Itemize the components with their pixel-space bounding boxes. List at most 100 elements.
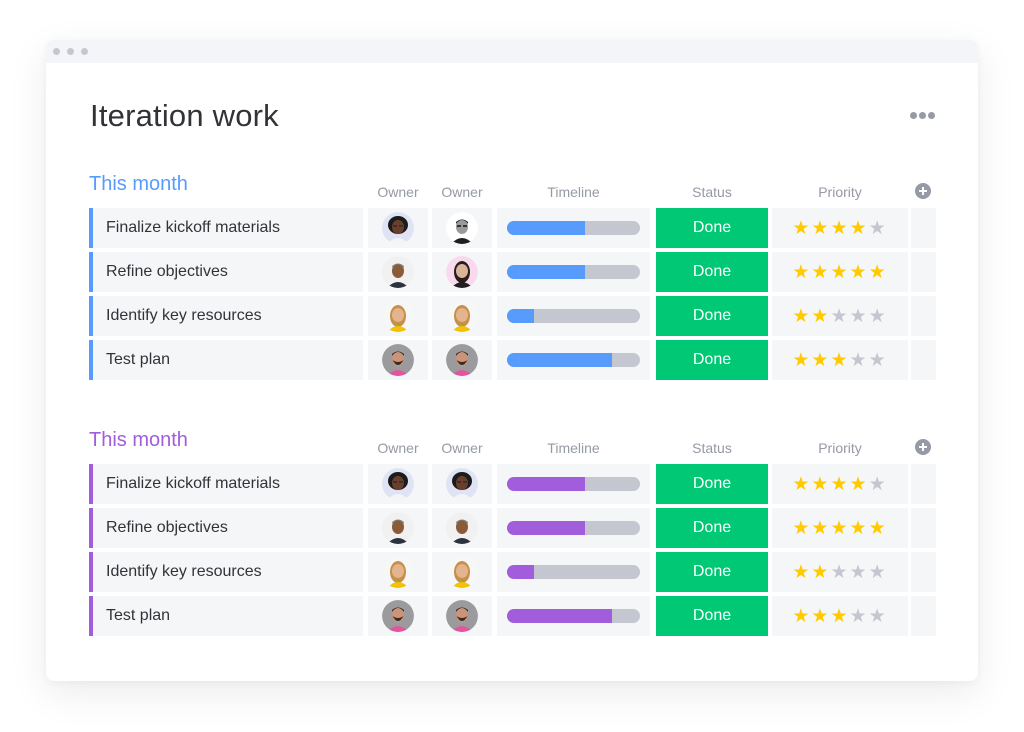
star-filled-icon[interactable]: ★ (792, 306, 811, 327)
owner-cell[interactable] (432, 464, 492, 504)
priority-cell[interactable]: ★★★★★ (772, 508, 908, 548)
status-badge[interactable]: Done (656, 208, 768, 248)
star-empty-icon[interactable]: ★ (850, 350, 869, 371)
star-filled-icon[interactable]: ★ (811, 262, 830, 283)
task-name-cell[interactable]: Finalize kickoff materials (89, 208, 363, 248)
timeline-cell[interactable] (497, 252, 650, 292)
timeline-bar[interactable] (507, 309, 640, 323)
owner-cell[interactable] (368, 252, 428, 292)
timeline-cell[interactable] (497, 340, 650, 380)
avatar-woman-dark-hair-pink-bg[interactable] (446, 256, 478, 288)
star-filled-icon[interactable]: ★ (811, 518, 830, 539)
timeline-bar[interactable] (507, 477, 640, 491)
star-filled-icon[interactable]: ★ (811, 350, 830, 371)
avatar-man-beard-floral-shirt[interactable] (382, 344, 414, 376)
empty-cell[interactable] (911, 296, 936, 336)
column-header-owner[interactable]: Owner (368, 184, 428, 200)
owner-cell[interactable] (432, 296, 492, 336)
star-filled-icon[interactable]: ★ (830, 474, 849, 495)
star-filled-icon[interactable]: ★ (830, 218, 849, 239)
timeline-cell[interactable] (497, 296, 650, 336)
group-title[interactable]: This month (89, 173, 188, 196)
owner-cell[interactable] (368, 596, 428, 636)
priority-rating[interactable]: ★★★★★ (772, 517, 908, 540)
star-filled-icon[interactable]: ★ (830, 350, 849, 371)
status-badge[interactable]: Done (656, 296, 768, 336)
priority-cell[interactable]: ★★★★★ (772, 340, 908, 380)
star-empty-icon[interactable]: ★ (869, 306, 888, 327)
status-badge[interactable]: Done (656, 340, 768, 380)
owner-cell[interactable] (432, 508, 492, 548)
timeline-cell[interactable] (497, 464, 650, 504)
owner-cell[interactable] (368, 552, 428, 592)
owner-cell[interactable] (368, 208, 428, 248)
star-filled-icon[interactable]: ★ (830, 262, 849, 283)
star-filled-icon[interactable]: ★ (792, 606, 811, 627)
star-filled-icon[interactable]: ★ (792, 474, 811, 495)
star-empty-icon[interactable]: ★ (869, 474, 888, 495)
status-badge[interactable]: Done (656, 464, 768, 504)
empty-cell[interactable] (911, 596, 936, 636)
column-header-owner[interactable]: Owner (432, 184, 492, 200)
star-empty-icon[interactable]: ★ (869, 218, 888, 239)
task-name-cell[interactable]: Identify key resources (89, 296, 363, 336)
add-column-button[interactable] (915, 439, 931, 455)
more-options-button[interactable] (908, 110, 936, 122)
owner-cell[interactable] (432, 252, 492, 292)
timeline-bar[interactable] (507, 221, 640, 235)
column-header-owner[interactable]: Owner (368, 440, 428, 456)
task-name-cell[interactable]: Finalize kickoff materials (89, 464, 363, 504)
star-empty-icon[interactable]: ★ (850, 562, 869, 583)
avatar-woman-blonde-yellow-item[interactable] (382, 300, 414, 332)
empty-cell[interactable] (911, 464, 936, 504)
priority-rating[interactable]: ★★★★★ (772, 349, 908, 372)
add-column-button[interactable] (915, 183, 931, 199)
task-name-cell[interactable]: Refine objectives (89, 252, 363, 292)
star-empty-icon[interactable]: ★ (869, 350, 888, 371)
task-name-cell[interactable]: Test plan (89, 340, 363, 380)
task-name-cell[interactable]: Refine objectives (89, 508, 363, 548)
priority-rating[interactable]: ★★★★★ (772, 561, 908, 584)
owner-cell[interactable] (432, 208, 492, 248)
empty-cell[interactable] (911, 552, 936, 592)
avatar-woman-blonde-yellow-item[interactable] (446, 556, 478, 588)
priority-rating[interactable]: ★★★★★ (772, 473, 908, 496)
star-filled-icon[interactable]: ★ (792, 350, 811, 371)
priority-cell[interactable]: ★★★★★ (772, 464, 908, 504)
priority-cell[interactable]: ★★★★★ (772, 208, 908, 248)
empty-cell[interactable] (911, 252, 936, 292)
owner-cell[interactable] (368, 464, 428, 504)
timeline-cell[interactable] (497, 508, 650, 548)
timeline-cell[interactable] (497, 552, 650, 592)
avatar-woman-glasses-curly-hair[interactable] (382, 468, 414, 500)
star-filled-icon[interactable]: ★ (850, 474, 869, 495)
column-header-priority[interactable]: Priority (772, 184, 908, 200)
priority-cell[interactable]: ★★★★★ (772, 252, 908, 292)
task-name-cell[interactable]: Identify key resources (89, 552, 363, 592)
owner-cell[interactable] (368, 340, 428, 380)
empty-cell[interactable] (911, 208, 936, 248)
status-badge[interactable]: Done (656, 508, 768, 548)
avatar-man-beard-floral-shirt[interactable] (446, 600, 478, 632)
column-header-priority[interactable]: Priority (772, 440, 908, 456)
avatar-woman-glasses-curly-hair[interactable] (382, 212, 414, 244)
star-empty-icon[interactable]: ★ (869, 606, 888, 627)
avatar-man-sunglasses-bw[interactable] (446, 212, 478, 244)
star-filled-icon[interactable]: ★ (811, 474, 830, 495)
avatar-woman-glasses-curly-hair[interactable] (446, 468, 478, 500)
timeline-bar[interactable] (507, 565, 640, 579)
star-filled-icon[interactable]: ★ (850, 518, 869, 539)
avatar-man-beanie-smiling[interactable] (446, 512, 478, 544)
column-header-timeline[interactable]: Timeline (497, 440, 650, 456)
avatar-woman-blonde-yellow-item[interactable] (382, 556, 414, 588)
priority-rating[interactable]: ★★★★★ (772, 605, 908, 628)
star-filled-icon[interactable]: ★ (792, 262, 811, 283)
column-header-owner[interactable]: Owner (432, 440, 492, 456)
star-filled-icon[interactable]: ★ (792, 562, 811, 583)
priority-cell[interactable]: ★★★★★ (772, 596, 908, 636)
timeline-bar[interactable] (507, 609, 640, 623)
timeline-cell[interactable] (497, 596, 650, 636)
empty-cell[interactable] (911, 508, 936, 548)
priority-cell[interactable]: ★★★★★ (772, 552, 908, 592)
owner-cell[interactable] (368, 508, 428, 548)
